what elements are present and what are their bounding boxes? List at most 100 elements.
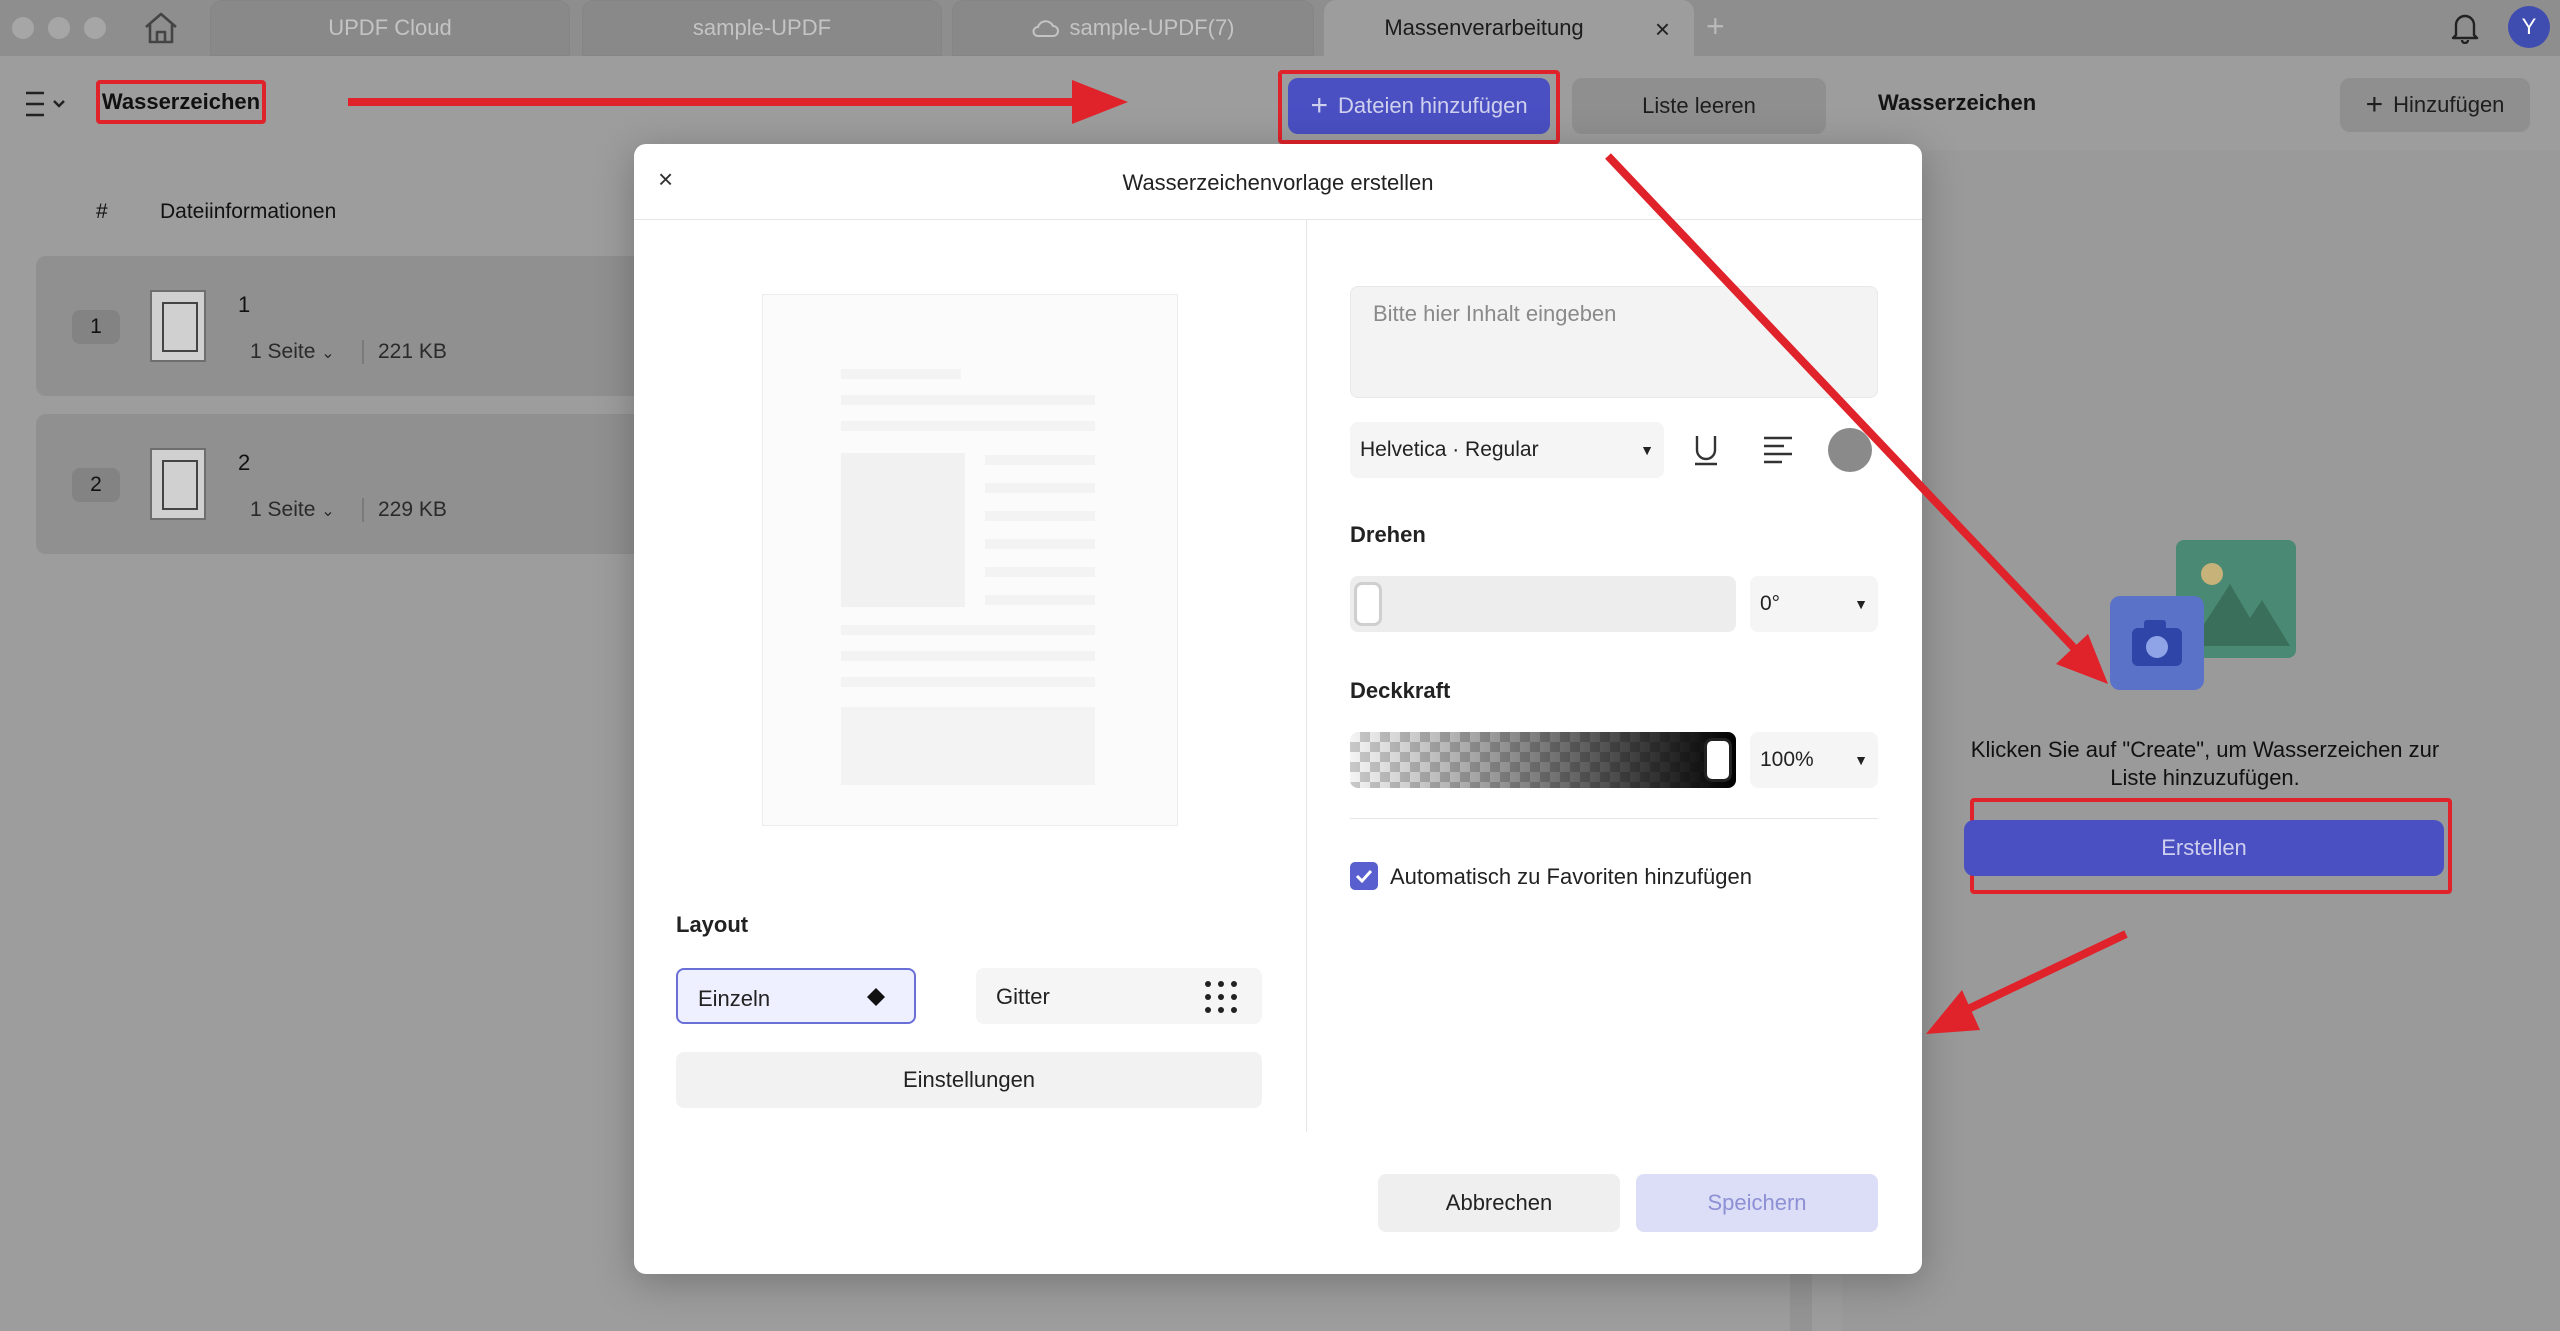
watermark-preview (762, 294, 1178, 826)
preview-line (985, 539, 1095, 549)
preview-line (985, 455, 1095, 465)
preview-line (841, 369, 961, 379)
auto-favorite-label: Automatisch zu Favoriten hinzufügen (1390, 864, 1752, 889)
watermark-content-input[interactable] (1350, 286, 1878, 398)
bell-icon[interactable] (2448, 10, 2482, 44)
tab-sample-updf[interactable]: sample-UPDF (582, 0, 942, 56)
divider (362, 498, 364, 522)
preview-line (841, 395, 1095, 405)
page-count-dropdown[interactable]: 1 Seite ⌄ (250, 498, 335, 522)
plus-icon: + (1310, 89, 1328, 122)
column-header-info: Dateiinformationen (160, 200, 337, 223)
window-close-dot[interactable] (12, 17, 34, 39)
preview-line (841, 625, 1095, 635)
auto-favorite-checkbox[interactable] (1350, 862, 1378, 890)
settings-button[interactable]: Einstellungen (676, 1052, 1262, 1108)
window-zoom-dot[interactable] (84, 17, 106, 39)
grid-dots-icon (1205, 981, 1237, 1013)
opacity-select[interactable]: 100% ▼ (1750, 732, 1878, 788)
dropdown-triangle-icon: ▼ (1854, 752, 1868, 768)
table-row[interactable]: 2 2 1 Seite ⌄ 229 KB (36, 414, 656, 554)
tab-label: Massenverarbeitung (1384, 15, 1584, 40)
cloud-icon (1033, 20, 1060, 37)
dialog-header: × Wasserzeichenvorlage erstellen (634, 144, 1922, 220)
watermark-panel-title: Wasserzeichen (1878, 90, 2037, 115)
preview-image-block (841, 453, 965, 607)
rotation-select[interactable]: 0° ▼ (1750, 576, 1878, 632)
column-header-number: # (96, 200, 108, 223)
font-select-value: Helvetica · Regular (1360, 438, 1539, 461)
watermark-template-dialog: × Wasserzeichenvorlage erstellen Layout … (634, 144, 1922, 1274)
file-name: 2 (238, 450, 251, 475)
opacity-slider-handle[interactable] (1704, 738, 1732, 782)
clear-list-button[interactable]: Liste leeren (1572, 78, 1826, 134)
tab-label: UPDF Cloud (328, 15, 452, 40)
layout-option-single[interactable]: Einzeln (676, 968, 916, 1024)
file-name: 1 (238, 292, 251, 317)
page-title: Wasserzeichen (96, 80, 266, 124)
window-minimize-dot[interactable] (48, 17, 70, 39)
rotation-value: 0° (1760, 592, 1781, 615)
empty-state-hint: Klicken Sie auf "Create", um Wasserzeich… (1970, 737, 2440, 790)
chevron-down-icon: ⌄ (321, 503, 335, 520)
preview-line (841, 651, 1095, 661)
chevron-down-icon: ⌄ (321, 345, 335, 362)
tab-massenverarbeitung[interactable]: Massenverarbeitung × (1324, 0, 1694, 56)
file-thumbnail (150, 448, 206, 520)
layout-option-grid[interactable]: Gitter (976, 968, 1262, 1024)
tab-sample-updf-7[interactable]: sample-UPDF(7) (952, 0, 1314, 56)
layout-option-label: Einzeln (698, 986, 771, 1011)
title-bar: UPDF Cloud sample-UPDF sample-UPDF(7) Ma… (0, 0, 2560, 56)
rotation-slider-handle[interactable] (1354, 582, 1382, 626)
menu-icon[interactable] (24, 90, 70, 118)
check-icon (1355, 869, 1373, 884)
plus-icon: + (2365, 88, 2384, 121)
create-watermark-button[interactable]: Erstellen (1964, 820, 2444, 876)
avatar-initial: Y (2521, 14, 2537, 39)
preview-line (841, 677, 1095, 687)
divider (362, 340, 364, 364)
align-icon[interactable] (1758, 430, 1798, 470)
font-select[interactable]: Helvetica · Regular ▼ (1350, 422, 1664, 478)
clear-list-label: Liste leeren (1642, 93, 1756, 118)
layout-option-label: Gitter (996, 984, 1050, 1009)
settings-label: Einstellungen (902, 1067, 1036, 1092)
preview-line (985, 567, 1095, 577)
add-files-button[interactable]: + Dateien hinzufügen (1288, 78, 1550, 134)
arrow-to-add-files (348, 80, 1128, 124)
opacity-slider[interactable] (1350, 732, 1736, 788)
camera-icon (2110, 596, 2204, 690)
preview-line (985, 511, 1095, 521)
save-button[interactable]: Speichern (1636, 1174, 1878, 1232)
cancel-button[interactable]: Abbrechen (1378, 1174, 1620, 1232)
divider (1350, 818, 1878, 819)
rotation-label: Drehen (1350, 522, 1426, 547)
diamond-icon (867, 988, 885, 1006)
tab-updf-cloud[interactable]: UPDF Cloud (210, 0, 570, 56)
page-count-label: 1 Seite (250, 340, 316, 363)
preview-line (841, 421, 1095, 431)
dialog-divider (1306, 220, 1307, 1132)
avatar[interactable]: Y (2508, 6, 2550, 48)
row-number: 2 (72, 468, 120, 502)
create-label: Erstellen (2161, 835, 2247, 860)
dropdown-triangle-icon: ▼ (1854, 596, 1868, 612)
preview-footer-block (841, 707, 1095, 785)
color-picker[interactable] (1828, 428, 1872, 472)
save-label: Speichern (1707, 1190, 1807, 1215)
home-icon[interactable] (142, 10, 180, 46)
file-thumbnail (150, 290, 206, 362)
layout-label: Layout (676, 912, 749, 937)
dialog-title: Wasserzeichenvorlage erstellen (1122, 170, 1434, 195)
add-watermark-button[interactable]: + Hinzufügen (2340, 78, 2530, 132)
add-watermark-label: Hinzufügen (2393, 92, 2505, 117)
rotation-slider[interactable] (1350, 576, 1736, 632)
table-row[interactable]: 1 1 1 Seite ⌄ 221 KB (36, 256, 656, 396)
page-count-dropdown[interactable]: 1 Seite ⌄ (250, 340, 335, 364)
underline-icon[interactable] (1686, 430, 1726, 470)
new-tab-plus-icon[interactable]: + (1706, 8, 1725, 45)
dropdown-triangle-icon: ▼ (1640, 442, 1654, 458)
tab-label: sample-UPDF (692, 15, 832, 40)
preview-line (985, 483, 1095, 493)
tab-close-icon[interactable]: × (1655, 14, 1670, 45)
